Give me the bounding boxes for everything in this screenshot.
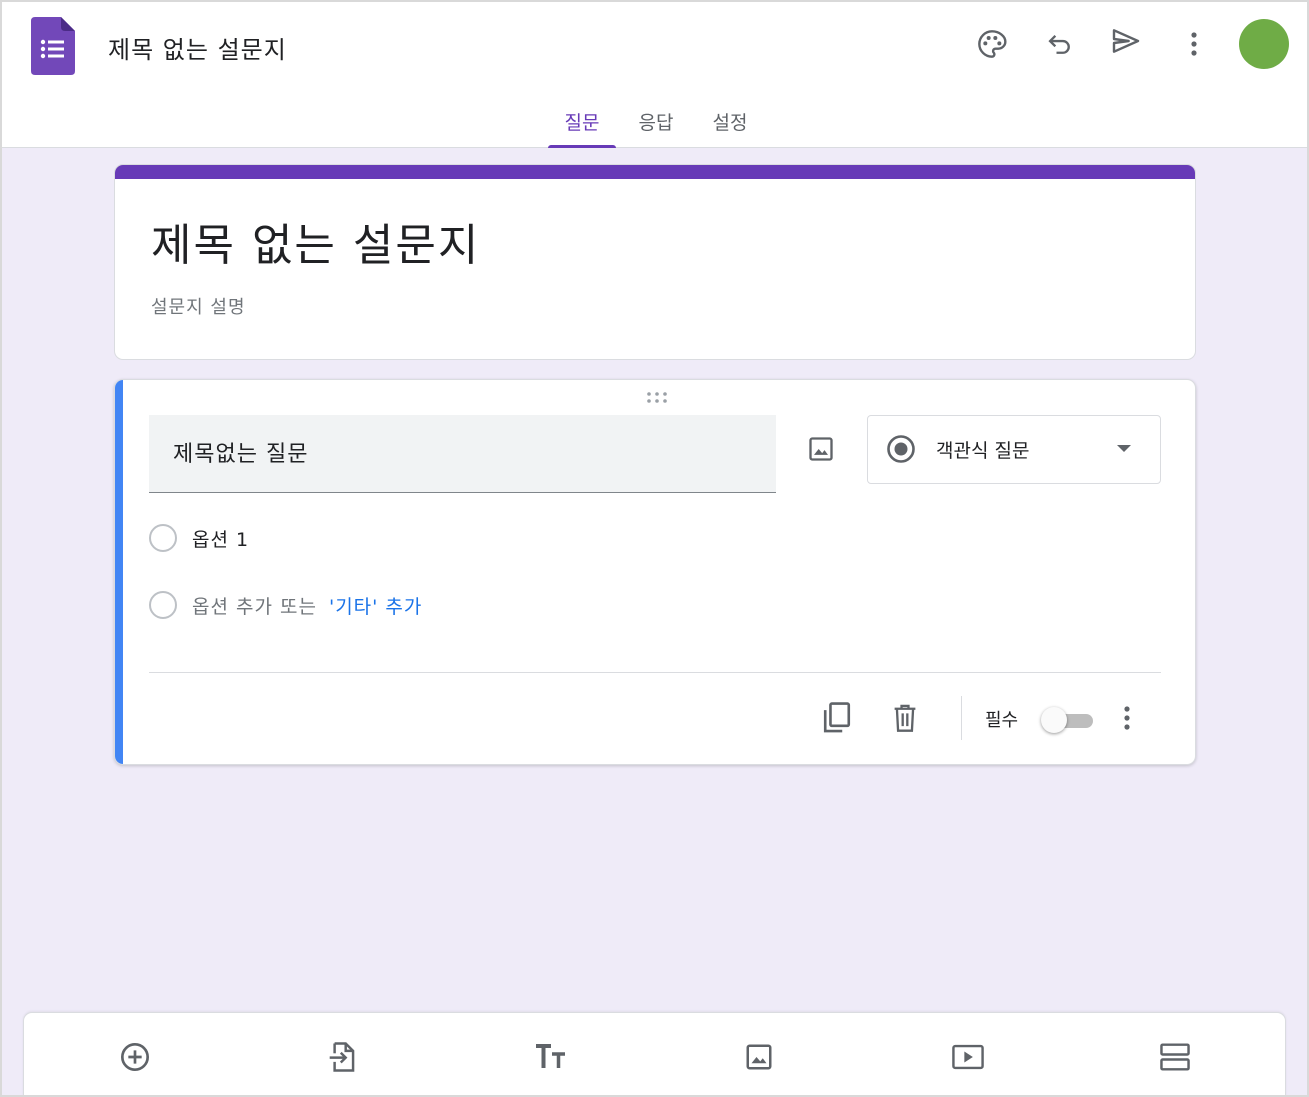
- add-section-icon[interactable]: [1155, 1037, 1195, 1077]
- required-toggle[interactable]: [1041, 706, 1095, 733]
- arrow-drop-down-icon: [1117, 445, 1131, 452]
- floating-toolbar: [23, 1012, 1286, 1097]
- question-title-text: 제목없는 질문: [173, 442, 309, 467]
- question-more-icon[interactable]: [1105, 696, 1149, 740]
- tab-settings[interactable]: 설정: [696, 98, 764, 148]
- question-title-input[interactable]: 제목없는 질문: [149, 415, 776, 493]
- account-avatar[interactable]: [1239, 19, 1289, 69]
- add-question-image-icon[interactable]: [801, 429, 841, 469]
- add-video-icon[interactable]: [948, 1037, 988, 1077]
- document-title[interactable]: 제목 없는 설문지: [108, 30, 287, 65]
- forms-logo-icon[interactable]: [31, 17, 75, 75]
- delete-icon[interactable]: [883, 696, 927, 740]
- radio-unchecked-icon: [149, 591, 177, 619]
- option-label[interactable]: 옵션 1: [192, 525, 249, 552]
- form-title-card: 제목 없는 설문지 설문지 설명: [114, 164, 1196, 360]
- divider: [149, 672, 1161, 673]
- form-description-field[interactable]: 설문지 설명: [151, 293, 246, 319]
- tab-questions[interactable]: 질문: [548, 98, 616, 148]
- active-question-indicator: [115, 380, 123, 764]
- tab-responses[interactable]: 응답: [616, 98, 696, 148]
- add-question-icon[interactable]: [115, 1037, 155, 1077]
- question-card[interactable]: 제목없는 질문 객관식 질문 옵션 1 옵션 추가 또는 '기타' 추가 필수: [114, 379, 1196, 765]
- add-other-link[interactable]: '기타' 추가: [329, 592, 422, 619]
- option-item[interactable]: 옵션 1: [149, 523, 249, 553]
- divider: [961, 696, 962, 740]
- import-questions-icon[interactable]: [322, 1037, 362, 1077]
- undo-icon[interactable]: [1040, 24, 1080, 64]
- tab-bar: 질문 응답 설정: [548, 98, 764, 148]
- question-type-dropdown[interactable]: 객관식 질문: [867, 415, 1161, 484]
- add-option-link[interactable]: 옵션 추가 또는: [192, 592, 317, 619]
- palette-icon[interactable]: [972, 24, 1012, 64]
- add-title-icon[interactable]: [531, 1037, 571, 1077]
- send-icon[interactable]: [1106, 21, 1146, 61]
- drag-handle-icon[interactable]: [645, 390, 669, 406]
- question-type-label: 객관식 질문: [936, 440, 1030, 462]
- add-option-row: 옵션 추가 또는 '기타' 추가: [149, 590, 422, 620]
- more-vert-icon[interactable]: [1174, 24, 1214, 64]
- accent-bar: [115, 165, 1195, 179]
- required-label: 필수: [985, 710, 1019, 731]
- radio-checked-icon: [887, 435, 915, 463]
- radio-unchecked-icon: [149, 524, 177, 552]
- duplicate-icon[interactable]: [815, 696, 859, 740]
- toggle-knob: [1041, 707, 1067, 733]
- top-app-bar: 제목 없는 설문지 질문 응답 설정: [0, 0, 1309, 148]
- form-title[interactable]: 제목 없는 설문지: [151, 209, 480, 273]
- add-image-icon[interactable]: [739, 1037, 779, 1077]
